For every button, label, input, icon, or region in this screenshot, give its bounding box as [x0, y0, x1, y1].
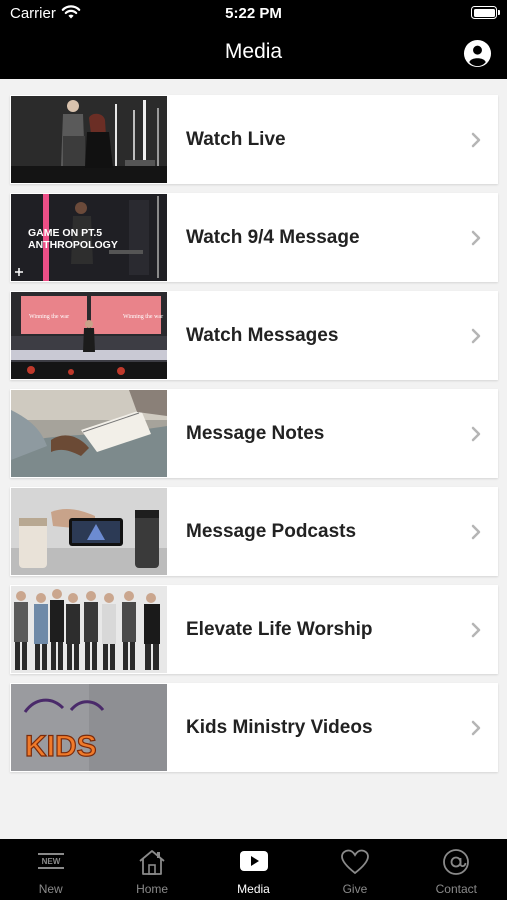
- chevron-right-icon: [471, 230, 481, 246]
- media-list: Watch Live GAME ON PT.5 ANTHROPOLOGY Wat…: [10, 95, 498, 781]
- page-title: Media: [224, 40, 283, 63]
- status-bar: Carrier 5:22 PM: [0, 0, 507, 28]
- watch-live-thumbnail: [11, 96, 167, 183]
- elevate-life-worship-thumbnail: [11, 586, 167, 673]
- watch-message-thumbnail: GAME ON PT.5 ANTHROPOLOGY: [11, 194, 167, 281]
- thumb-title-line2: ANTHROPOLOGY: [28, 239, 118, 251]
- message-notes-thumbnail: [11, 390, 167, 477]
- watch-message-label: Watch 9/4 Message: [186, 226, 360, 248]
- tab-contact-label: Contact: [435, 882, 477, 896]
- chevron-right-icon: [471, 524, 481, 540]
- elevate-life-worship-item[interactable]: Elevate Life Worship: [10, 585, 498, 674]
- tab-media-label: Media: [237, 882, 270, 896]
- new-icon: NEW: [37, 853, 64, 869]
- nav-bar: Media: [0, 28, 507, 79]
- chevron-right-icon: [471, 328, 481, 344]
- elevate-life-worship-label: Elevate Life Worship: [186, 618, 373, 640]
- watch-messages-item[interactable]: Winning the war Winning the war Watch Me…: [10, 291, 498, 380]
- watch-message-item[interactable]: GAME ON PT.5 ANTHROPOLOGY Watch 9/4 Mess…: [10, 193, 498, 282]
- tab-new-label: New: [38, 882, 63, 896]
- chevron-right-icon: [471, 132, 481, 148]
- tab-media[interactable]: Media: [203, 839, 304, 900]
- watch-live-label: Watch Live: [186, 128, 286, 150]
- tab-new[interactable]: NEW New: [0, 839, 101, 900]
- thumb-kids-text: KIDS: [25, 730, 97, 763]
- play-icon: [239, 851, 268, 871]
- tab-give[interactable]: Give: [304, 839, 405, 900]
- chevron-right-icon: [471, 720, 481, 736]
- svg-text:NEW: NEW: [41, 857, 60, 866]
- thumb-title-line1: GAME ON PT.5: [28, 227, 102, 239]
- kids-ministry-videos-thumbnail: KIDS: [11, 684, 167, 771]
- watch-messages-label: Watch Messages: [186, 324, 339, 346]
- tab-home-label: Home: [136, 882, 169, 896]
- at-icon: [443, 849, 470, 875]
- status-time: 5:22 PM: [225, 5, 282, 22]
- chevron-right-icon: [471, 622, 481, 638]
- watch-live-item[interactable]: Watch Live: [10, 95, 498, 184]
- message-podcasts-label: Message Podcasts: [186, 520, 357, 542]
- tab-contact[interactable]: Contact: [406, 839, 507, 900]
- message-podcasts-item[interactable]: Message Podcasts: [10, 487, 498, 576]
- tab-give-label: Give: [342, 882, 368, 896]
- kids-ministry-videos-label: Kids Ministry Videos: [186, 716, 373, 738]
- tab-home[interactable]: Home: [101, 839, 202, 900]
- watch-messages-thumbnail: Winning the war Winning the war: [11, 292, 167, 379]
- message-notes-label: Message Notes: [186, 422, 325, 444]
- battery-icon: [471, 6, 500, 19]
- kids-ministry-videos-item[interactable]: KIDS Kids Ministry Videos: [10, 683, 498, 772]
- message-podcasts-thumbnail: [11, 488, 167, 575]
- message-notes-item[interactable]: Message Notes: [10, 389, 498, 478]
- thumb-screen-text-left: Winning the war: [29, 314, 69, 320]
- home-icon: [139, 850, 165, 875]
- profile-icon[interactable]: [463, 39, 492, 68]
- chevron-right-icon: [471, 426, 481, 442]
- thumb-screen-text-right: Winning the war: [123, 314, 163, 320]
- tab-bar: NEW New Home Media Give Contact: [0, 839, 507, 900]
- heart-icon: [341, 849, 369, 875]
